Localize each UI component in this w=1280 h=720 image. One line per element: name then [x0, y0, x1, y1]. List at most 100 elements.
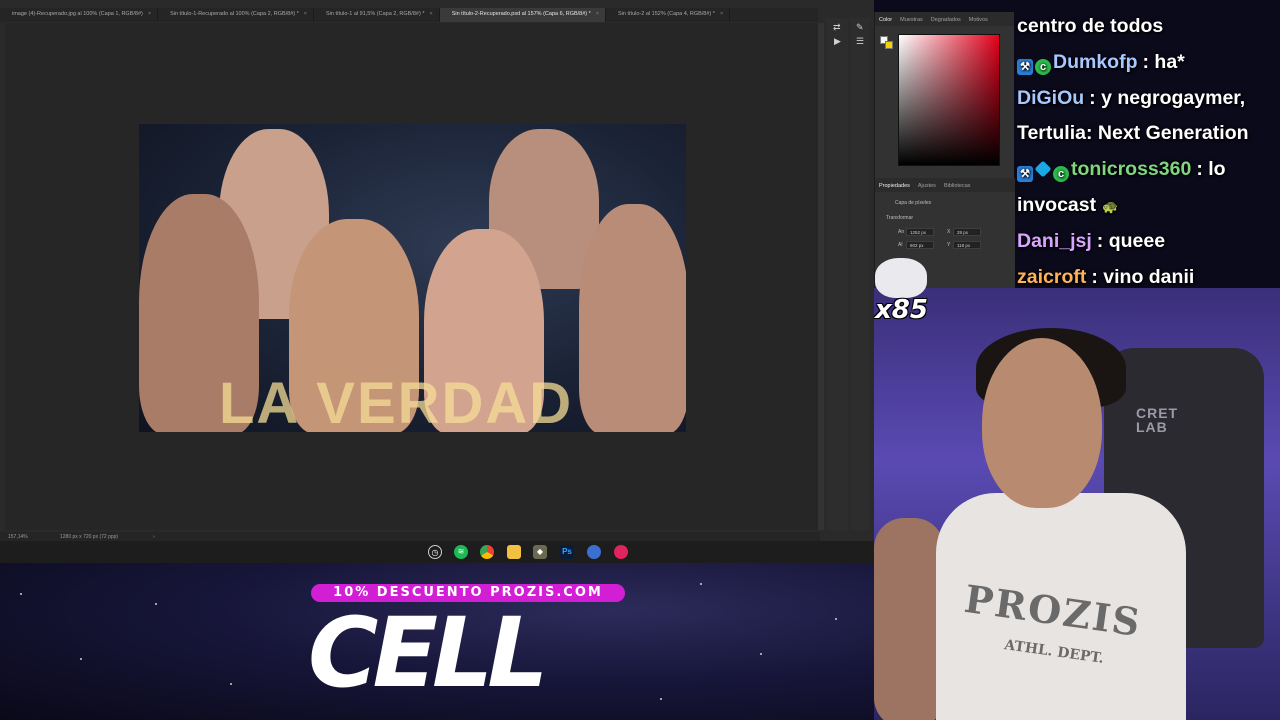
tab-properties[interactable]: Propiedades: [875, 178, 914, 192]
tab-label: Sin título-2 al 152% (Capa 4, RGB/8#) *: [618, 11, 715, 17]
chat-message: centro de todos: [1017, 14, 1163, 38]
green-badge-icon: c: [1035, 58, 1051, 75]
person-figure: [579, 204, 686, 432]
close-icon[interactable]: ×: [596, 11, 599, 17]
tab-libraries[interactable]: Bibliotecas: [940, 178, 975, 192]
status-arrow[interactable]: ›: [153, 534, 155, 540]
chat-message: Dani_jsj: queee: [1017, 229, 1165, 253]
tab-patterns[interactable]: Motivos: [965, 12, 992, 26]
transform-section[interactable]: Transformar: [886, 215, 913, 221]
height-field[interactable]: 602 px: [906, 241, 934, 249]
cube-badge-icon: [1034, 160, 1052, 178]
streamer-face: [982, 338, 1102, 508]
taskbar: ◷ ≋ ◆ Ps: [0, 541, 874, 563]
chat-username[interactable]: tonicross360: [1071, 158, 1191, 180]
chat-text: : queee: [1096, 229, 1166, 252]
background-swatch[interactable]: [885, 41, 893, 49]
close-icon[interactable]: ×: [429, 11, 432, 17]
star: [835, 618, 837, 620]
emote-count: x85: [875, 295, 928, 325]
emote-combo: x85: [873, 256, 931, 324]
tab-color[interactable]: Color: [875, 12, 896, 26]
thumbnail-image[interactable]: LA VERDAD: [139, 124, 686, 432]
document-tab[interactable]: Sin título-1-Recuperado al 100% (Capa 2,…: [158, 8, 315, 22]
browser-icon[interactable]: [587, 545, 601, 559]
webcam-feed: CRET LAB PROZIS ATHL. DEPT.: [874, 288, 1280, 720]
star: [700, 583, 702, 585]
star: [230, 683, 232, 685]
photoshop-window: image (4)-Recuperado.jpg al 100% (Capa 1…: [0, 0, 874, 562]
tab-adjustments[interactable]: Ajustes: [914, 178, 940, 192]
chat-username[interactable]: zaicroft: [1017, 266, 1086, 288]
document-tab[interactable]: Sin título-2 al 152% (Capa 4, RGB/8#) * ×: [606, 8, 731, 22]
thumbnail-title: LA VERDAD: [219, 371, 574, 432]
tab-label: Sin título-1 al 91,5% (Capa 2, RGB/8#) *: [326, 11, 425, 17]
chat-text: : y negrogaymer,: [1089, 86, 1246, 109]
chat-message: DiGiOu: y negrogaymer,: [1017, 86, 1245, 110]
green-badge-icon: c: [1053, 166, 1069, 183]
photoshop-panels: Color Muestras Degradados Motivos Propie…: [874, 12, 1015, 288]
play-icon[interactable]: ▶: [834, 36, 841, 47]
brush-icon[interactable]: ✎: [856, 22, 864, 33]
star: [660, 698, 662, 700]
color-panel-tabs: Color Muestras Degradados Motivos: [875, 12, 1014, 26]
history-icon[interactable]: ⇄: [833, 22, 841, 33]
folder-icon[interactable]: [507, 545, 521, 559]
x-label: X: [947, 229, 951, 235]
chrome-icon[interactable]: [480, 545, 494, 559]
blue-badge-icon: ⚒: [1017, 58, 1033, 75]
chat-username[interactable]: Dani_jsj: [1017, 230, 1092, 252]
tab-label: Sin título-2-Recuperado.psd al 157% (Cap…: [451, 11, 591, 17]
adjust-icon[interactable]: ☰: [856, 36, 864, 47]
zoom-level: 157,14%: [8, 534, 28, 540]
chat-text: : vino danii: [1091, 265, 1195, 288]
tiktok-icon[interactable]: [614, 545, 628, 559]
y-field[interactable]: 118 px: [953, 241, 981, 249]
star: [760, 653, 762, 655]
document-tab[interactable]: image (4)-Recuperado.jpg al 100% (Capa 1…: [0, 8, 159, 22]
document-tab[interactable]: Sin título-1 al 91,5% (Capa 2, RGB/8#) *…: [314, 8, 440, 22]
chat-text: centro de todos: [1017, 15, 1164, 37]
layer-type: Capa de píxeles: [895, 200, 932, 206]
chat-text: Tertulia: Next Generation: [1017, 122, 1249, 145]
tab-swatches[interactable]: Muestras: [896, 12, 927, 26]
tool-strip: ⇄ ▶: [826, 18, 848, 530]
document-tab[interactable]: Sin título-2-Recuperado.psd al 157% (Cap…: [439, 8, 607, 22]
tool-strip-secondary: ✎ ☰: [850, 18, 870, 530]
color-picker-field[interactable]: [898, 34, 1000, 166]
star: [20, 593, 22, 595]
chat-message: zaicroft: vino danii: [1017, 265, 1194, 288]
tab-gradients[interactable]: Degradados: [927, 12, 965, 26]
chat-username[interactable]: Dumkofp: [1053, 51, 1138, 73]
app-icon[interactable]: ◆: [533, 545, 547, 559]
tab-label: image (4)-Recuperado.jpg al 100% (Capa 1…: [12, 11, 143, 17]
x-field[interactable]: 28 px: [953, 228, 981, 236]
close-icon[interactable]: ×: [304, 11, 307, 17]
close-icon[interactable]: ×: [720, 11, 723, 17]
close-icon[interactable]: ×: [148, 11, 151, 17]
document-tabs: image (4)-Recuperado.jpg al 100% (Capa 1…: [0, 8, 818, 22]
chat-message: ⚒ c Dumkofp: ha*: [1017, 50, 1185, 75]
chat-text: : ha*: [1142, 50, 1185, 73]
arm: [874, 518, 944, 720]
chat-text: invocast: [1017, 194, 1097, 216]
stream-chat: centro de todos ⚒ c Dumkofp: ha* DiGiOu: y n…: [1014, 0, 1280, 288]
timer-icon[interactable]: ◷: [428, 545, 442, 559]
turtle-emote-icon: 🐢: [1102, 199, 1119, 214]
width-label: An: [898, 229, 905, 235]
width-field[interactable]: 1252 px: [906, 228, 934, 236]
properties-tabs: Propiedades Ajustes Bibliotecas: [875, 178, 1015, 192]
document-size: 1280 px x 720 px (72 ppp): [60, 534, 119, 540]
height-label: Al: [898, 242, 903, 248]
cat-emote-icon: [875, 258, 927, 298]
photoshop-icon[interactable]: Ps: [560, 545, 574, 559]
tab-label: Sin título-1-Recuperado al 100% (Capa 2,…: [170, 11, 299, 17]
status-bar: 157,14% 1280 px x 720 px (72 ppp) ›: [0, 532, 820, 541]
chat-message: invocast 🐢: [1017, 193, 1118, 219]
star: [155, 603, 157, 605]
chat-message: Tertulia: Next Generation: [1017, 121, 1249, 145]
star: [80, 658, 82, 660]
spotify-icon[interactable]: ≋: [454, 545, 468, 559]
vertical-scrollbar[interactable]: [818, 23, 824, 530]
chat-username[interactable]: DiGiOu: [1017, 87, 1084, 109]
